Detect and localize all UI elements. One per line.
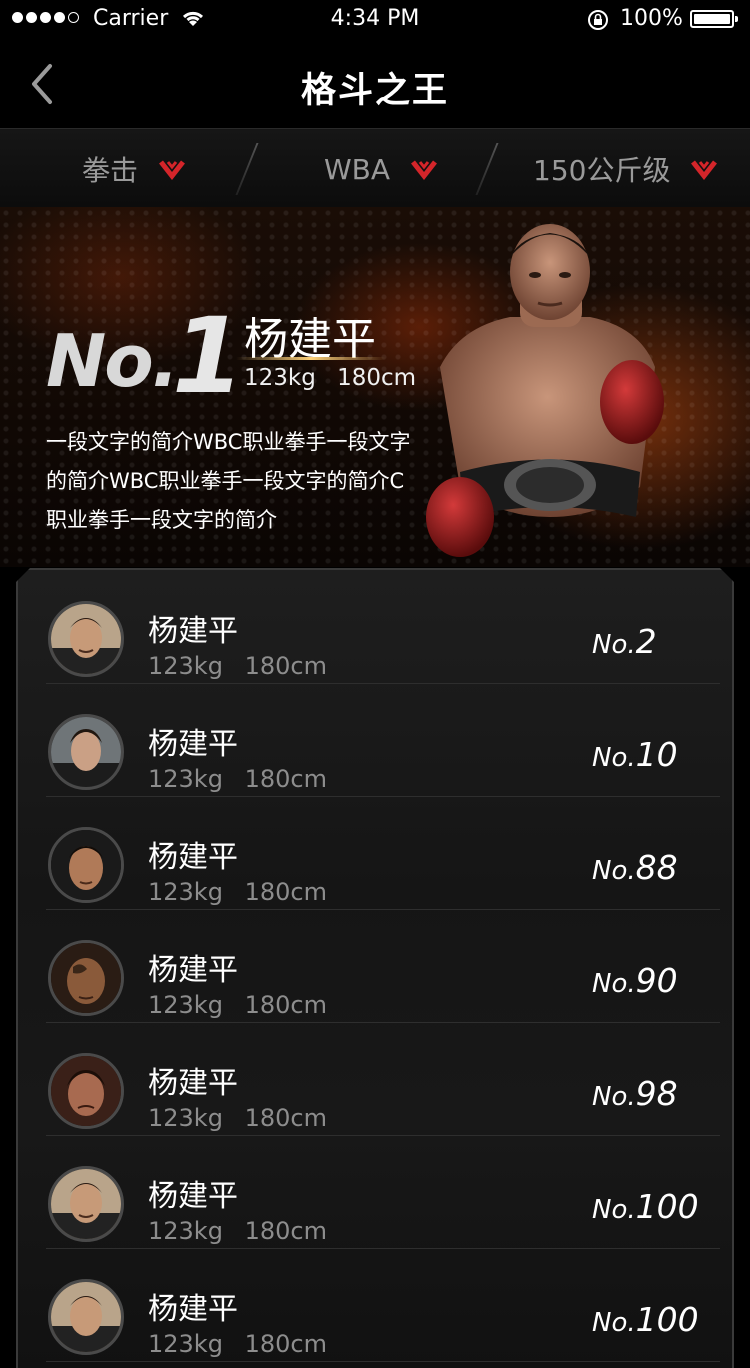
list-item[interactable]: 杨建平 123kg 180cm No.2 — [46, 570, 720, 684]
champion-stats: 123kg 180cm — [244, 365, 416, 391]
avatar — [48, 1053, 124, 1129]
filter-organization-label: WBA — [324, 152, 391, 186]
rotation-lock-icon — [588, 10, 608, 30]
rank-prefix: No. — [592, 743, 636, 773]
fighter-rank: No.100 — [592, 1300, 699, 1339]
fighter-weight: 123kg — [148, 878, 223, 906]
fighter-weight: 123kg — [148, 652, 223, 680]
chevron-down-icon — [159, 160, 185, 180]
fighter-height: 180cm — [244, 991, 327, 1019]
filter-sport-dropdown[interactable]: 拳击 — [82, 149, 186, 189]
chevron-down-icon — [411, 160, 438, 180]
rank-number: 100 — [635, 1187, 699, 1226]
champion-rank-number: 1 — [172, 295, 245, 417]
avatar — [48, 1166, 124, 1242]
champion-weight: 123kg — [244, 365, 316, 391]
fighter-rank: No.90 — [592, 961, 678, 1000]
champion-banner[interactable]: No. 1 杨建平 123kg 180cm 一段文字的简介WBC职业拳手一段文字… — [0, 207, 750, 567]
filter-divider — [235, 143, 259, 195]
fighter-name: 杨建平 — [148, 614, 238, 649]
champion-description: 一段文字的简介WBC职业拳手一段文字 的简介WBC职业拳手一段文字的简介C 职业… — [46, 423, 476, 540]
fighter-stats: 123kg 180cm — [148, 652, 327, 680]
fighter-height: 180cm — [244, 878, 327, 906]
list-item[interactable]: 杨建平 123kg 180cm No.100 — [46, 1248, 720, 1362]
rank-number: 98 — [635, 1074, 678, 1113]
list-item[interactable]: 杨建平 123kg 180cm No.10 — [46, 683, 720, 797]
fighter-stats: 123kg 180cm — [148, 765, 327, 793]
rank-number: 90 — [635, 961, 678, 1000]
fighter-name: 杨建平 — [148, 1292, 238, 1327]
rank-number: 88 — [635, 848, 678, 887]
battery-percentage: 100% — [620, 6, 683, 31]
rank-prefix: No. — [592, 1082, 636, 1112]
fighter-portrait — [51, 1056, 121, 1126]
fighter-portrait — [51, 1169, 121, 1239]
fighter-height: 180cm — [244, 1330, 327, 1358]
list-item[interactable]: 杨建平 123kg 180cm No.100 — [46, 1135, 720, 1249]
fighter-weight: 123kg — [148, 1217, 223, 1245]
rank-number: 10 — [635, 735, 678, 774]
champion-rank-prefix: No. — [46, 319, 179, 403]
filter-divider — [475, 143, 499, 195]
champion-height: 180cm — [337, 365, 417, 391]
avatar — [48, 827, 124, 903]
rank-prefix: No. — [592, 969, 636, 999]
fighter-stats: 123kg 180cm — [148, 1104, 327, 1132]
rank-prefix: No. — [592, 856, 636, 886]
rank-number: 2 — [635, 622, 657, 661]
avatar — [48, 601, 124, 677]
fighter-name: 杨建平 — [148, 1066, 238, 1101]
fighter-portrait — [51, 830, 121, 900]
fighter-height: 180cm — [244, 1217, 327, 1245]
fighter-portrait — [51, 717, 121, 787]
fighter-name: 杨建平 — [148, 1179, 238, 1214]
fighter-rank: No.10 — [592, 735, 678, 774]
fighter-rank: No.2 — [592, 622, 657, 661]
fighter-height: 180cm — [244, 652, 327, 680]
fighter-weight: 123kg — [148, 991, 223, 1019]
fighter-stats: 123kg 180cm — [148, 1217, 327, 1245]
fighter-name: 杨建平 — [148, 953, 238, 988]
fighter-stats: 123kg 180cm — [148, 878, 327, 906]
fighter-name: 杨建平 — [148, 840, 238, 875]
fighter-stats: 123kg 180cm — [148, 991, 327, 1019]
list-item[interactable]: 杨建平 123kg 180cm No.90 — [46, 909, 720, 1023]
fighter-rank: No.88 — [592, 848, 678, 887]
fighter-height: 180cm — [244, 1104, 327, 1132]
rank-number: 100 — [635, 1300, 699, 1339]
filter-bar: 拳击 WBA 150公斤级 — [0, 129, 750, 207]
status-bar: Carrier 4:34 PM 100% — [0, 0, 750, 40]
fighter-portrait — [51, 1282, 121, 1352]
battery-icon — [690, 10, 738, 28]
fighter-rank: No.100 — [592, 1187, 699, 1226]
fighter-name: 杨建平 — [148, 727, 238, 762]
list-item[interactable]: 杨建平 123kg 180cm No.88 — [46, 796, 720, 910]
fighter-portrait — [51, 943, 121, 1013]
fighter-weight: 123kg — [148, 765, 223, 793]
fighter-portrait — [51, 604, 121, 674]
description-line: 一段文字的简介WBC职业拳手一段文字 — [46, 430, 411, 454]
fighter-weight: 123kg — [148, 1330, 223, 1358]
filter-weight-class-label: 150公斤级 — [533, 154, 671, 187]
ranking-list: 杨建平 123kg 180cm No.2 杨建平 123kg 180cm No.… — [16, 568, 734, 1368]
avatar — [48, 940, 124, 1016]
avatar — [48, 1279, 124, 1355]
filter-sport-label: 拳击 — [82, 154, 139, 187]
avatar — [48, 714, 124, 790]
navigation-bar: 格斗之王 — [0, 40, 750, 129]
description-line: 的简介WBC职业拳手一段文字的简介C — [46, 469, 405, 493]
chevron-down-icon — [691, 160, 718, 180]
fighter-weight: 123kg — [148, 1104, 223, 1132]
description-line: 职业拳手一段文字的简介 — [46, 508, 277, 532]
filter-organization-dropdown[interactable]: WBA — [324, 149, 438, 189]
fighter-stats: 123kg 180cm — [148, 1330, 327, 1358]
filter-weight-class-dropdown[interactable]: 150公斤级 — [533, 149, 718, 189]
list-item[interactable]: 杨建平 123kg 180cm No.98 — [46, 1022, 720, 1136]
name-underline-glow — [236, 357, 386, 360]
fighter-rank: No.98 — [592, 1074, 678, 1113]
page-title: 格斗之王 — [300, 71, 449, 111]
fighter-height: 180cm — [244, 765, 327, 793]
rank-prefix: No. — [592, 630, 636, 660]
rank-prefix: No. — [592, 1195, 636, 1225]
